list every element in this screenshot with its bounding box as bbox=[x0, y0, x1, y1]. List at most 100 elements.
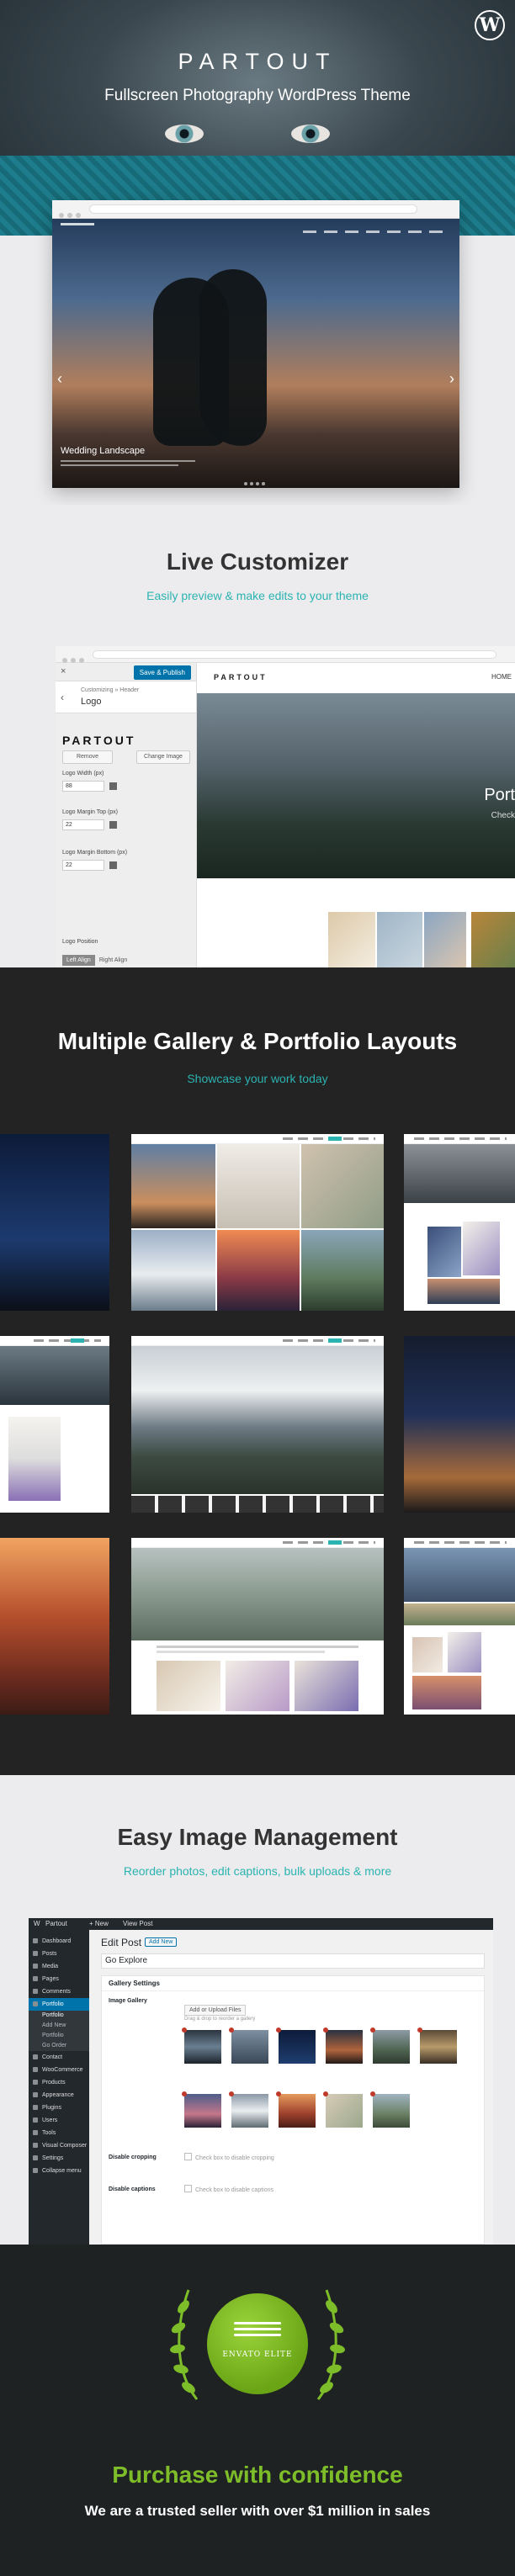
preview-header bbox=[131, 1134, 384, 1144]
customizer-panel: × Save & Publish ‹ Customizing » Header … bbox=[56, 663, 197, 967]
right-align-option[interactable]: Right Align bbox=[95, 955, 131, 966]
hero-eye-right bbox=[291, 125, 330, 143]
hero-subtitle: Fullscreen Photography WordPress Theme bbox=[104, 87, 411, 104]
post-title-input[interactable]: Go Explore bbox=[101, 1953, 485, 1969]
gallery-layout-preview[interactable] bbox=[131, 1336, 384, 1513]
image-gallery-label: Image Gallery bbox=[109, 1998, 147, 2004]
gallery-thumbnail[interactable] bbox=[370, 2091, 410, 2128]
upload-files-button[interactable]: Add or Upload Files bbox=[184, 2005, 247, 2016]
gallery-thumbnail[interactable] bbox=[276, 2091, 316, 2128]
gallery-thumbnail[interactable] bbox=[323, 2091, 363, 2128]
gallery-settings-box: Gallery Settings Image Gallery Add or Up… bbox=[101, 1975, 485, 2245]
gallery-layout-preview[interactable] bbox=[404, 1134, 515, 1311]
admin-bar-site[interactable]: Partout bbox=[45, 1920, 67, 1927]
page-title: Edit Post bbox=[101, 1937, 142, 1948]
left-align-option[interactable]: Left Align bbox=[62, 955, 95, 966]
upload-hint: Drag & drop to reorder a gallery bbox=[184, 2017, 256, 2022]
chevron-right-icon[interactable]: › bbox=[449, 370, 454, 388]
gallery-thumbnail[interactable] bbox=[417, 2027, 457, 2064]
gallery-layout-preview[interactable] bbox=[0, 1336, 109, 1513]
admin-bar-new[interactable]: + New bbox=[89, 1920, 109, 1927]
box-title: Gallery Settings bbox=[102, 1976, 484, 1991]
elite-subtitle: We are a trusted seller with over $1 mil… bbox=[84, 2503, 431, 2519]
gallery-layout-preview[interactable] bbox=[131, 1134, 384, 1311]
logo-preview: PARTOUT bbox=[62, 734, 136, 747]
sidebar-subitem-portfolio[interactable]: Portfolio bbox=[29, 2011, 89, 2021]
gallery-layout-preview[interactable] bbox=[0, 1134, 109, 1311]
color-swatch[interactable] bbox=[109, 821, 117, 829]
sidebar-subitem-go-order[interactable]: Go Order bbox=[29, 2041, 89, 2051]
gallery-layout-preview[interactable] bbox=[404, 1336, 515, 1513]
sidebar-subitem-add-new[interactable]: Add New bbox=[29, 2021, 89, 2031]
preview-header bbox=[131, 1538, 384, 1548]
demo-nav-links bbox=[295, 222, 443, 237]
slide-caption-text bbox=[61, 460, 195, 462]
section-title: Easy Image Management bbox=[117, 1824, 398, 1850]
preview-hero-subtitle: Check bbox=[491, 811, 515, 820]
section-subtitle: Showcase your work today bbox=[187, 1072, 328, 1085]
wordpress-icon: W bbox=[475, 10, 505, 40]
remove-logo-button[interactable]: Remove bbox=[62, 750, 113, 764]
admin-bar-view[interactable]: View Post bbox=[123, 1920, 152, 1927]
collapse-menu-button[interactable]: Collapse menu bbox=[29, 2165, 89, 2177]
sidebar-item-media[interactable]: Media bbox=[29, 1960, 89, 1973]
browser-url-bar bbox=[89, 204, 417, 214]
sidebar-item-dashboard[interactable]: Dashboard bbox=[29, 1935, 89, 1948]
disable-captions-checkbox[interactable]: Check box to disable captions bbox=[184, 2185, 273, 2193]
image-management-section: Easy Image Management Reorder photos, ed… bbox=[0, 1775, 515, 2245]
sidebar-item-users[interactable]: Users bbox=[29, 2114, 89, 2127]
save-publish-button[interactable]: Save & Publish bbox=[133, 665, 191, 680]
gallery-thumbnail[interactable] bbox=[276, 2027, 316, 2064]
color-swatch[interactable] bbox=[109, 861, 117, 869]
gallery-layout-preview[interactable] bbox=[0, 1538, 109, 1715]
add-new-button[interactable]: Add New bbox=[145, 1937, 178, 1947]
gallery-thumbnail[interactable] bbox=[370, 2027, 410, 2064]
disable-captions-label: Disable captions bbox=[109, 2186, 156, 2192]
browser-url-bar bbox=[93, 650, 496, 659]
chevron-left-icon[interactable]: ‹ bbox=[61, 692, 64, 703]
disable-cropping-checkbox[interactable]: Check box to disable cropping bbox=[184, 2153, 274, 2161]
gallery-thumbnail[interactable] bbox=[182, 2091, 221, 2128]
change-image-button[interactable]: Change Image bbox=[136, 750, 190, 764]
chevron-left-icon[interactable]: ‹ bbox=[57, 370, 62, 388]
sidebar-item-contact[interactable]: Contact bbox=[29, 2051, 89, 2064]
gallery-layout-preview[interactable] bbox=[131, 1538, 384, 1715]
laurel-right-icon bbox=[316, 2289, 345, 2400]
sidebar-item-portfolio[interactable]: Portfolio bbox=[29, 1998, 89, 2011]
sidebar-item-tools[interactable]: Tools bbox=[29, 2127, 89, 2139]
customizer-section: Live Customizer Easily preview & make ed… bbox=[0, 505, 515, 967]
logo-width-input[interactable]: 88 bbox=[62, 781, 104, 792]
preview-header bbox=[404, 1538, 515, 1548]
hero-eye-left bbox=[165, 125, 204, 143]
sidebar-subitem-categories[interactable]: Portfolio Categories bbox=[29, 2031, 89, 2049]
sidebar-item-pages[interactable]: Pages bbox=[29, 1973, 89, 1985]
sidebar-item-woocommerce[interactable]: WooCommerce bbox=[29, 2064, 89, 2076]
sidebar-item-appearance[interactable]: Appearance bbox=[29, 2089, 89, 2102]
sidebar-item-visual-composer[interactable]: Visual Composer bbox=[29, 2139, 89, 2152]
elite-title: Purchase with confidence bbox=[112, 2462, 403, 2488]
badge-lines-icon bbox=[234, 2322, 281, 2340]
sidebar-item-posts[interactable]: Posts bbox=[29, 1948, 89, 1960]
gallery-layout-preview[interactable] bbox=[404, 1538, 515, 1715]
gallery-thumbnail[interactable] bbox=[323, 2027, 363, 2064]
section-title: Multiple Gallery & Portfolio Layouts bbox=[57, 1028, 458, 1054]
color-swatch[interactable] bbox=[109, 782, 117, 790]
sidebar-item-settings[interactable]: Settings bbox=[29, 2152, 89, 2165]
sidebar-item-comments[interactable]: Comments bbox=[29, 1985, 89, 1998]
margin-top-input[interactable]: 22 bbox=[62, 819, 104, 830]
preview-header bbox=[0, 1336, 109, 1346]
preview-thumbnail bbox=[424, 912, 466, 967]
margin-bottom-input[interactable]: 22 bbox=[62, 860, 104, 871]
close-icon[interactable]: × bbox=[61, 666, 66, 676]
preview-nav-home[interactable]: HOME bbox=[491, 673, 512, 681]
gallery-thumbnail[interactable] bbox=[182, 2027, 221, 2064]
slider-pager[interactable] bbox=[244, 474, 268, 488]
sidebar-item-products[interactable]: Products bbox=[29, 2076, 89, 2089]
panel-heading: Logo bbox=[81, 697, 102, 707]
demo-nav bbox=[52, 219, 459, 233]
gallery-thumbnail[interactable] bbox=[229, 2027, 268, 2064]
gallery-thumbnail[interactable] bbox=[229, 2091, 268, 2128]
sidebar-item-plugins[interactable]: Plugins bbox=[29, 2102, 89, 2114]
margin-bottom-label: Logo Margin Bottom (px) bbox=[62, 850, 128, 856]
wordpress-icon[interactable]: W bbox=[34, 1920, 40, 1927]
